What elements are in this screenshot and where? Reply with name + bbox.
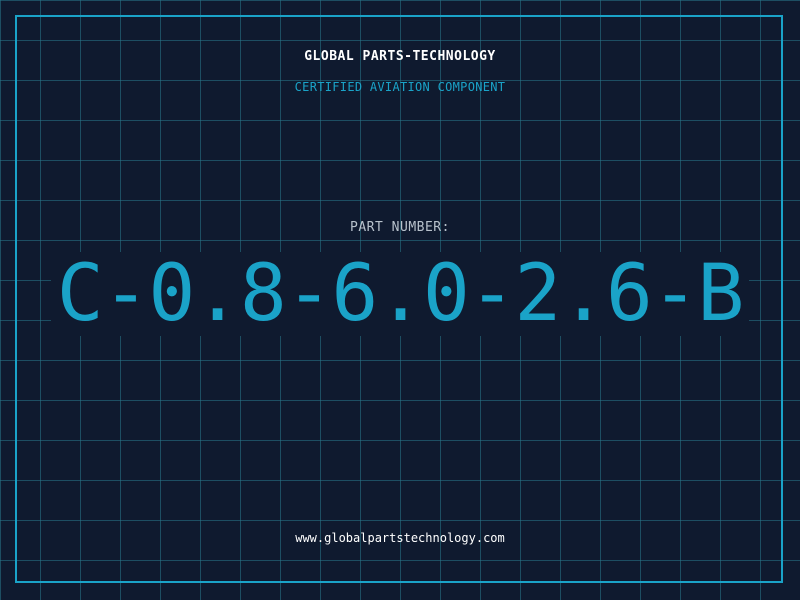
part-number-value: C-0.8-6.0-2.6-B [50, 252, 750, 336]
part-number-display: C-0.8-6.0-2.6-B [0, 252, 800, 336]
part-number-label: PART NUMBER: [350, 220, 450, 235]
company-name: GLOBAL PARTS-TECHNOLOGY [304, 49, 496, 64]
website-url: www.globalpartstechnology.com [295, 531, 505, 545]
part-label-card: GLOBAL PARTS-TECHNOLOGY CERTIFIED AVIATI… [0, 0, 800, 600]
certification-subtitle: CERTIFIED AVIATION COMPONENT [294, 80, 506, 94]
